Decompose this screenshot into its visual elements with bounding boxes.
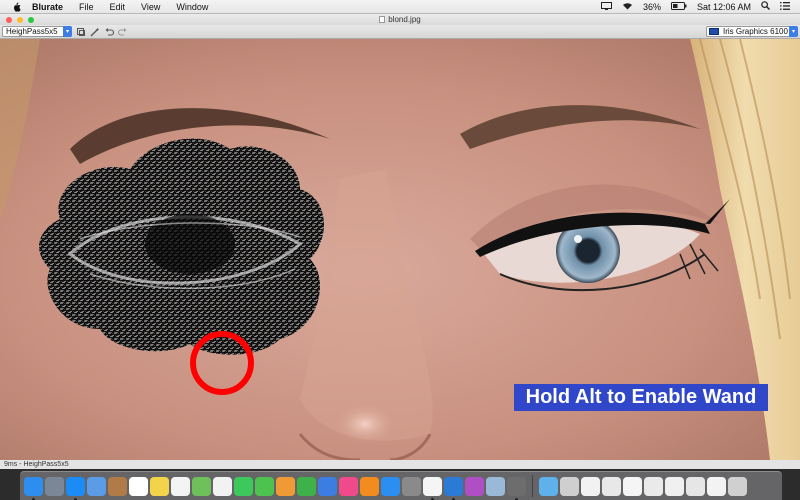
finder-icon[interactable] — [24, 476, 43, 500]
photos-icon[interactable] — [213, 476, 232, 496]
status-bar: 9ms - HeighPass5x5 — [0, 460, 800, 469]
notification-center-icon[interactable] — [780, 1, 790, 12]
gpu-select[interactable]: Iris Graphics 6100 ▾ — [706, 26, 798, 37]
toolbar: HeighPass5x5 ▾ Iris Graphics 6100 ▾ — [0, 25, 800, 39]
spotlight-icon[interactable] — [761, 1, 770, 12]
textedit-icon[interactable] — [423, 476, 442, 500]
preview-icon[interactable] — [486, 476, 505, 496]
wand-hint-label: Hold Alt to Enable Wand — [514, 384, 768, 411]
crop-tool-icon[interactable] — [75, 26, 86, 37]
xcode-icon[interactable] — [444, 476, 463, 500]
dock-separator — [532, 475, 533, 497]
system-preferences-icon[interactable] — [402, 476, 421, 496]
pages-icon[interactable] — [276, 476, 295, 496]
app-store-icon[interactable] — [381, 476, 400, 496]
ibooks-icon[interactable] — [360, 476, 379, 496]
trash-icon[interactable] — [728, 476, 747, 496]
facetime-icon[interactable] — [255, 476, 274, 496]
menu-file[interactable]: File — [79, 2, 94, 12]
calculator-icon[interactable] — [560, 476, 579, 496]
gpu-chip-icon — [709, 28, 719, 35]
document-stack-icon[interactable] — [623, 476, 642, 496]
music-icon[interactable] — [339, 476, 358, 496]
notes-icon[interactable] — [150, 476, 169, 496]
menu-edit[interactable]: Edit — [110, 2, 126, 12]
document-stack-icon[interactable] — [665, 476, 684, 496]
safari-icon[interactable] — [66, 476, 85, 500]
filter-select-value: HeighPass5x5 — [6, 27, 58, 36]
reminders-icon[interactable] — [171, 476, 190, 496]
folder-icon[interactable] — [539, 476, 558, 496]
mail-icon[interactable] — [87, 476, 106, 496]
document-stack-icon[interactable] — [581, 476, 600, 496]
redo-icon[interactable] — [117, 26, 128, 37]
document-icon — [379, 16, 386, 23]
menu-bar: Blurate File Edit View Window 36% Sat 12… — [0, 0, 800, 14]
battery-icon[interactable] — [670, 1, 687, 12]
document-stack-icon[interactable] — [644, 476, 663, 496]
messages-icon[interactable] — [234, 476, 253, 496]
contacts-icon[interactable] — [108, 476, 127, 496]
gpu-select-value: Iris Graphics 6100 — [723, 27, 788, 36]
menu-app-name[interactable]: Blurate — [32, 2, 63, 12]
filter-select[interactable]: HeighPass5x5 ▾ — [2, 26, 72, 37]
document-stack-icon[interactable] — [707, 476, 726, 496]
chevron-down-icon: ▾ — [789, 26, 798, 37]
menu-view[interactable]: View — [141, 2, 160, 12]
keynote-icon[interactable] — [318, 476, 337, 496]
blurate-icon[interactable] — [507, 476, 526, 500]
calendar-icon[interactable] — [129, 476, 148, 496]
wifi-icon[interactable] — [622, 2, 633, 12]
numbers-icon[interactable] — [297, 476, 316, 496]
instruments-icon[interactable] — [465, 476, 484, 496]
undo-icon[interactable] — [103, 26, 114, 37]
document-stack-icon[interactable] — [686, 476, 705, 496]
launchpad-icon[interactable] — [45, 476, 64, 496]
window-title-bar: blond.jpg — [0, 14, 800, 25]
display-mirroring-icon[interactable] — [600, 1, 612, 12]
dock — [20, 471, 782, 500]
battery-percent[interactable]: 36% — [643, 2, 661, 12]
apple-icon[interactable] — [10, 1, 22, 13]
document-stack-icon[interactable] — [602, 476, 621, 496]
chevron-down-icon: ▾ — [63, 26, 72, 37]
clock[interactable]: Sat 12:06 AM — [697, 2, 751, 12]
window-title: blond.jpg — [388, 15, 421, 24]
magic-wand-icon[interactable] — [89, 26, 100, 37]
menu-window[interactable]: Window — [176, 2, 208, 12]
maps-icon[interactable] — [192, 476, 211, 496]
